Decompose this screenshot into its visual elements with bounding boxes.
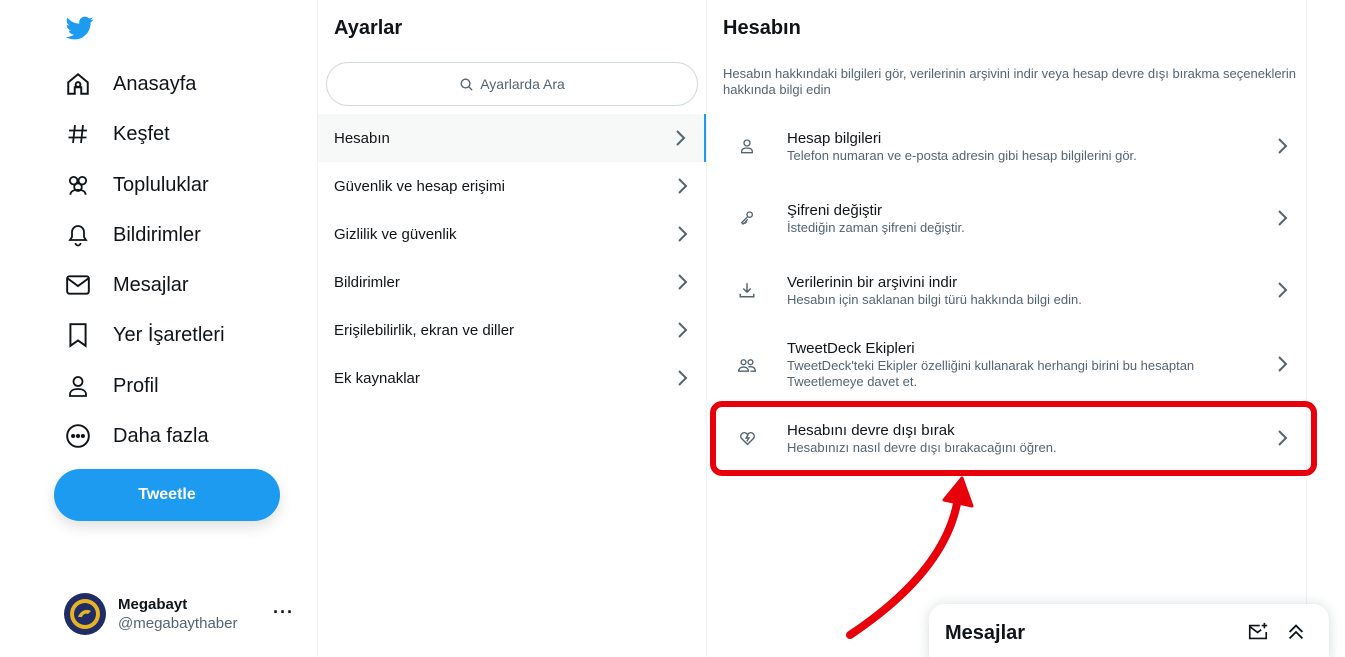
broken-heart-icon — [737, 428, 757, 448]
nav-item-explore[interactable]: Keşfet — [64, 114, 170, 154]
nav-label-communities: Topluluklar — [113, 173, 209, 196]
settings-item-label: Güvenlik ve hesap erişimi — [334, 177, 505, 195]
settings-item-account[interactable]: Hesabın — [318, 114, 706, 162]
nav-label-home: Anasayfa — [113, 72, 197, 95]
chevron-right-icon — [1276, 354, 1288, 379]
chevron-right-icon — [1276, 136, 1288, 161]
tweetdeck-teams-subtitle: TweetDeck'teki Ekipler özelliğini kullan… — [787, 358, 1195, 389]
people-icon — [737, 355, 757, 375]
settings-item-label: Erişilebilirlik, ekran ve diller — [334, 321, 515, 339]
chevron-right-icon — [1276, 428, 1288, 453]
tweetdeck-teams-title: TweetDeck Ekipleri — [787, 340, 915, 357]
bookmark-icon — [64, 321, 92, 349]
nav-item-messages[interactable]: Mesajlar — [64, 265, 189, 305]
messages-drawer[interactable]: Mesajlar — [929, 604, 1329, 657]
person-icon — [737, 136, 757, 156]
chevron-right-icon — [676, 224, 688, 248]
left-navigation: Anasayfa Keşfet Topluluklar Bildirimler … — [0, 0, 318, 657]
nav-label-explore: Keşfet — [113, 122, 170, 145]
nav-label-bookmarks: Yer İşaretleri — [113, 323, 225, 346]
search-icon — [459, 77, 474, 92]
home-icon — [64, 70, 92, 98]
settings-item-privacy[interactable]: Gizlilik ve güvenlik — [318, 210, 706, 258]
settings-column: Ayarlar Ayarlarda Ara Hesabın Güvenlik v… — [318, 0, 707, 657]
account-switcher[interactable]: Megabayt @megabaythaber ··· — [64, 592, 304, 636]
chevron-right-icon — [676, 320, 688, 344]
nav-item-profile[interactable]: Profil — [64, 366, 159, 406]
settings-item-notifications[interactable]: Bildirimler — [318, 258, 706, 306]
change-password-subtitle: İstediğin zaman şifreni değiştir. — [787, 220, 965, 235]
key-icon — [737, 208, 757, 228]
messages-drawer-title: Mesajlar — [945, 622, 1026, 644]
deactivate-account-title: Hesabını devre dışı bırak — [787, 422, 955, 439]
nav-item-notifications[interactable]: Bildirimler — [64, 215, 201, 255]
account-description: Hesabın hakkındaki bilgileri gör, verile… — [723, 66, 1297, 97]
twitter-logo-icon[interactable] — [64, 14, 96, 44]
tweet-button[interactable]: Tweetle — [54, 469, 280, 521]
hashtag-icon — [64, 120, 92, 148]
settings-item-label: Gizlilik ve güvenlik — [334, 225, 457, 243]
bell-icon — [64, 221, 92, 249]
settings-item-resources[interactable]: Ek kaynaklar — [318, 354, 706, 402]
download-archive-title: Verilerinin bir arşivini indir — [787, 274, 958, 291]
change-password-title: Şifreni değiştir — [787, 202, 883, 219]
nav-label-notifications: Bildirimler — [113, 223, 201, 246]
nav-item-more[interactable]: Daha fazla — [64, 416, 209, 456]
deactivate-account-row[interactable]: Hesabını devre dışı bırak Hesabınızı nas… — [707, 408, 1306, 466]
account-info-row[interactable]: Hesap bilgileri Telefon numaran ve e-pos… — [707, 116, 1306, 178]
search-placeholder: Ayarlarda Ara — [480, 76, 565, 92]
change-password-row[interactable]: Şifreni değiştir İstediğin zaman şifreni… — [707, 188, 1306, 250]
settings-search-input[interactable]: Ayarlarda Ara — [326, 62, 698, 106]
nav-label-messages: Mesajlar — [113, 273, 189, 296]
person-icon — [64, 372, 92, 400]
communities-icon — [64, 171, 92, 199]
account-info-title: Hesap bilgileri — [787, 130, 882, 147]
chevron-right-icon — [674, 128, 686, 152]
settings-item-label: Hesabın — [334, 129, 390, 147]
profile-handle: @megabaythaber — [118, 615, 238, 632]
settings-item-security[interactable]: Güvenlik ve hesap erişimi — [318, 162, 706, 210]
nav-item-bookmarks[interactable]: Yer İşaretleri — [64, 315, 225, 355]
profile-name: Megabayt — [118, 596, 188, 613]
chevron-right-icon — [676, 368, 688, 392]
settings-item-label: Bildirimler — [334, 273, 400, 291]
expand-chevron-icon[interactable] — [1285, 621, 1307, 648]
chevron-right-icon — [1276, 280, 1288, 305]
settings-item-accessibility[interactable]: Erişilebilirlik, ekran ve diller — [318, 306, 706, 354]
more-dots-icon[interactable]: ··· — [273, 602, 294, 623]
account-title: Hesabın — [723, 17, 801, 39]
download-archive-row[interactable]: Verilerinin bir arşivini indir Hesabın i… — [707, 260, 1306, 322]
settings-title: Ayarlar — [334, 17, 403, 39]
new-message-icon[interactable] — [1247, 621, 1269, 648]
nav-item-home[interactable]: Anasayfa — [64, 64, 196, 104]
download-icon — [737, 280, 757, 300]
download-archive-subtitle: Hesabın için saklanan bilgi türü hakkınd… — [787, 292, 1082, 307]
settings-item-label: Ek kaynaklar — [334, 369, 420, 387]
deactivate-account-subtitle: Hesabınızı nasıl devre dışı bırakacağını… — [787, 440, 1057, 455]
nav-item-communities[interactable]: Topluluklar — [64, 165, 209, 205]
avatar — [64, 593, 106, 635]
chevron-right-icon — [676, 272, 688, 296]
more-circle-icon — [64, 422, 92, 450]
envelope-icon — [64, 271, 92, 299]
nav-label-profile: Profil — [113, 374, 159, 397]
tweetdeck-teams-row[interactable]: TweetDeck Ekipleri TweetDeck'teki Ekiple… — [707, 330, 1306, 396]
chevron-right-icon — [1276, 208, 1288, 233]
account-column: Hesabın Hesabın hakkındaki bilgileri gör… — [707, 0, 1307, 657]
chevron-right-icon — [676, 176, 688, 200]
account-info-subtitle: Telefon numaran ve e-posta adresin gibi … — [787, 148, 1137, 163]
nav-label-more: Daha fazla — [113, 424, 209, 447]
